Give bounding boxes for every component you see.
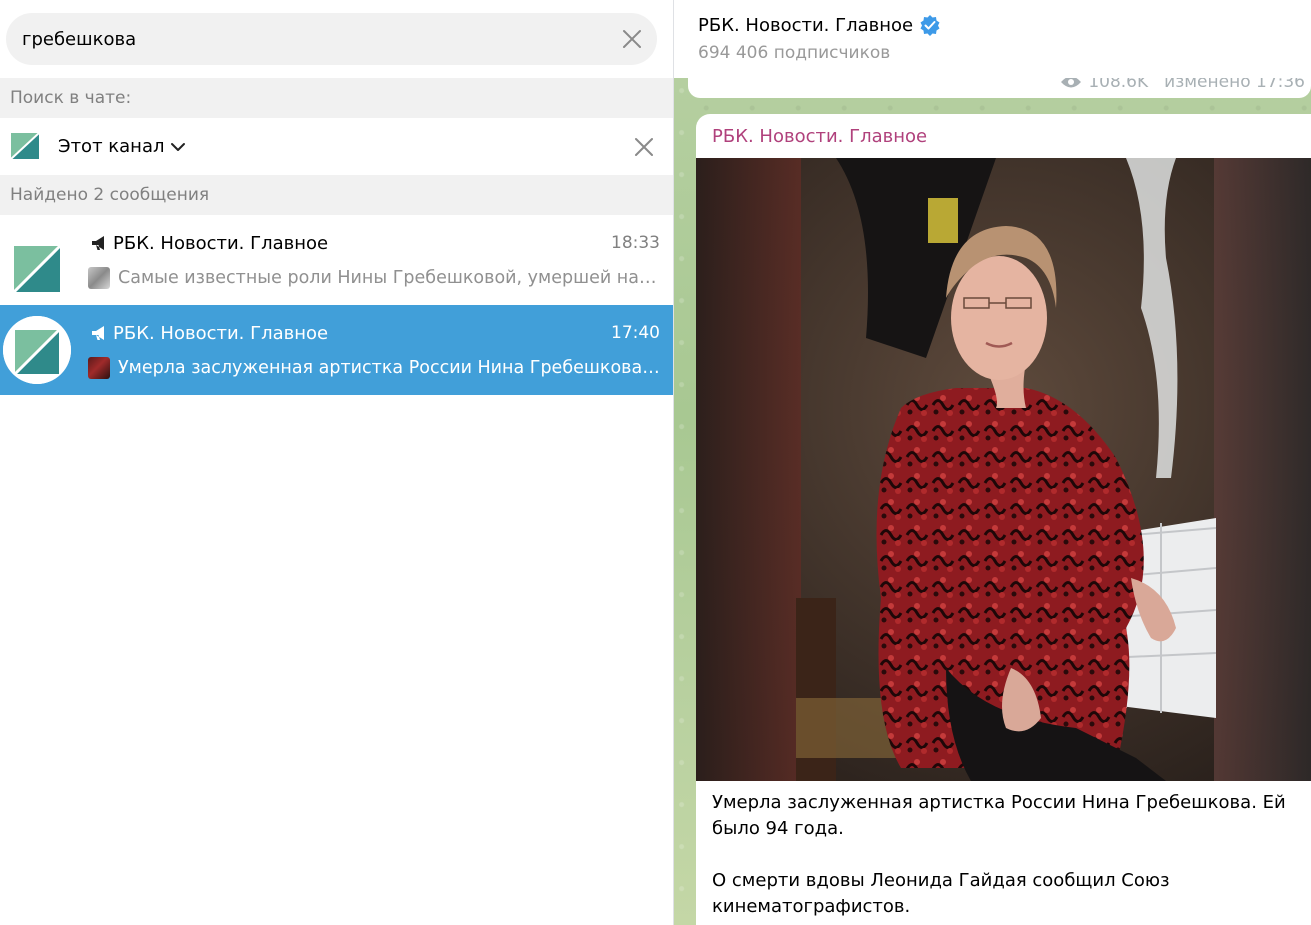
channel-title: РБК. Новости. Главное (698, 14, 914, 36)
result-preview: Умерла заслуженная артистка России Нина … (118, 358, 660, 378)
verified-badge-icon (920, 15, 940, 36)
results-count-header: Найдено 2 сообщения (0, 175, 673, 215)
scope-selector[interactable]: Этот канал (58, 118, 186, 175)
result-chat-name: РБК. Новости. Главное (113, 232, 329, 254)
result-time: 17:40 (611, 323, 660, 343)
megaphone-icon (92, 236, 104, 250)
message-text: Умерла заслуженная артистка России Нина … (712, 790, 1292, 925)
result-time: 18:33 (611, 233, 660, 253)
search-result-item[interactable]: РБК. Новости. Главное 18:33 Самые извест… (0, 215, 673, 305)
subscriber-count: 694 406 подписчиков (698, 43, 891, 63)
media-thumbnail (88, 267, 110, 289)
close-icon[interactable] (621, 28, 643, 50)
search-panel: Поиск в чате: Этот канал Найдено 2 сообщ… (0, 0, 673, 925)
chat-panel: 108.6K изменено 17:36 РБК. Новости. Глав… (674, 0, 1311, 925)
close-scope-icon[interactable] (633, 136, 655, 158)
channel-logo-icon (11, 133, 39, 159)
search-bar (6, 13, 657, 65)
message-photo[interactable] (696, 158, 1311, 781)
media-thumbnail (88, 357, 110, 379)
message-paragraph: Умерла заслуженная артистка России Нина … (712, 792, 1286, 839)
chevron-down-icon (171, 142, 186, 151)
search-result-item-selected[interactable]: РБК. Новости. Главное 17:40 Умерла заслу… (0, 305, 673, 395)
message-bubble[interactable]: РБК. Новости. Главное Умерла заслуженная… (696, 114, 1311, 925)
channel-avatar (3, 316, 71, 384)
chat-header[interactable]: РБК. Новости. Главное 694 406 подписчико… (674, 0, 1311, 78)
scope-label: Этот канал (58, 136, 165, 157)
message-author: РБК. Новости. Главное (712, 126, 928, 147)
message-paragraph: О смерти вдовы Леонида Гайдая сообщил Со… (712, 870, 1170, 917)
channel-avatar (3, 226, 71, 294)
result-chat-name: РБК. Новости. Главное (113, 322, 329, 344)
search-scope-row: Этот канал (0, 118, 673, 175)
search-in-chat-header: Поиск в чате: (0, 78, 673, 118)
telegram-window: Поиск в чате: Этот канал Найдено 2 сообщ… (0, 0, 1311, 925)
search-input[interactable] (22, 13, 582, 65)
result-preview: Самые известные роли Нины Гребешковой, у… (118, 268, 660, 288)
megaphone-icon (92, 326, 104, 340)
